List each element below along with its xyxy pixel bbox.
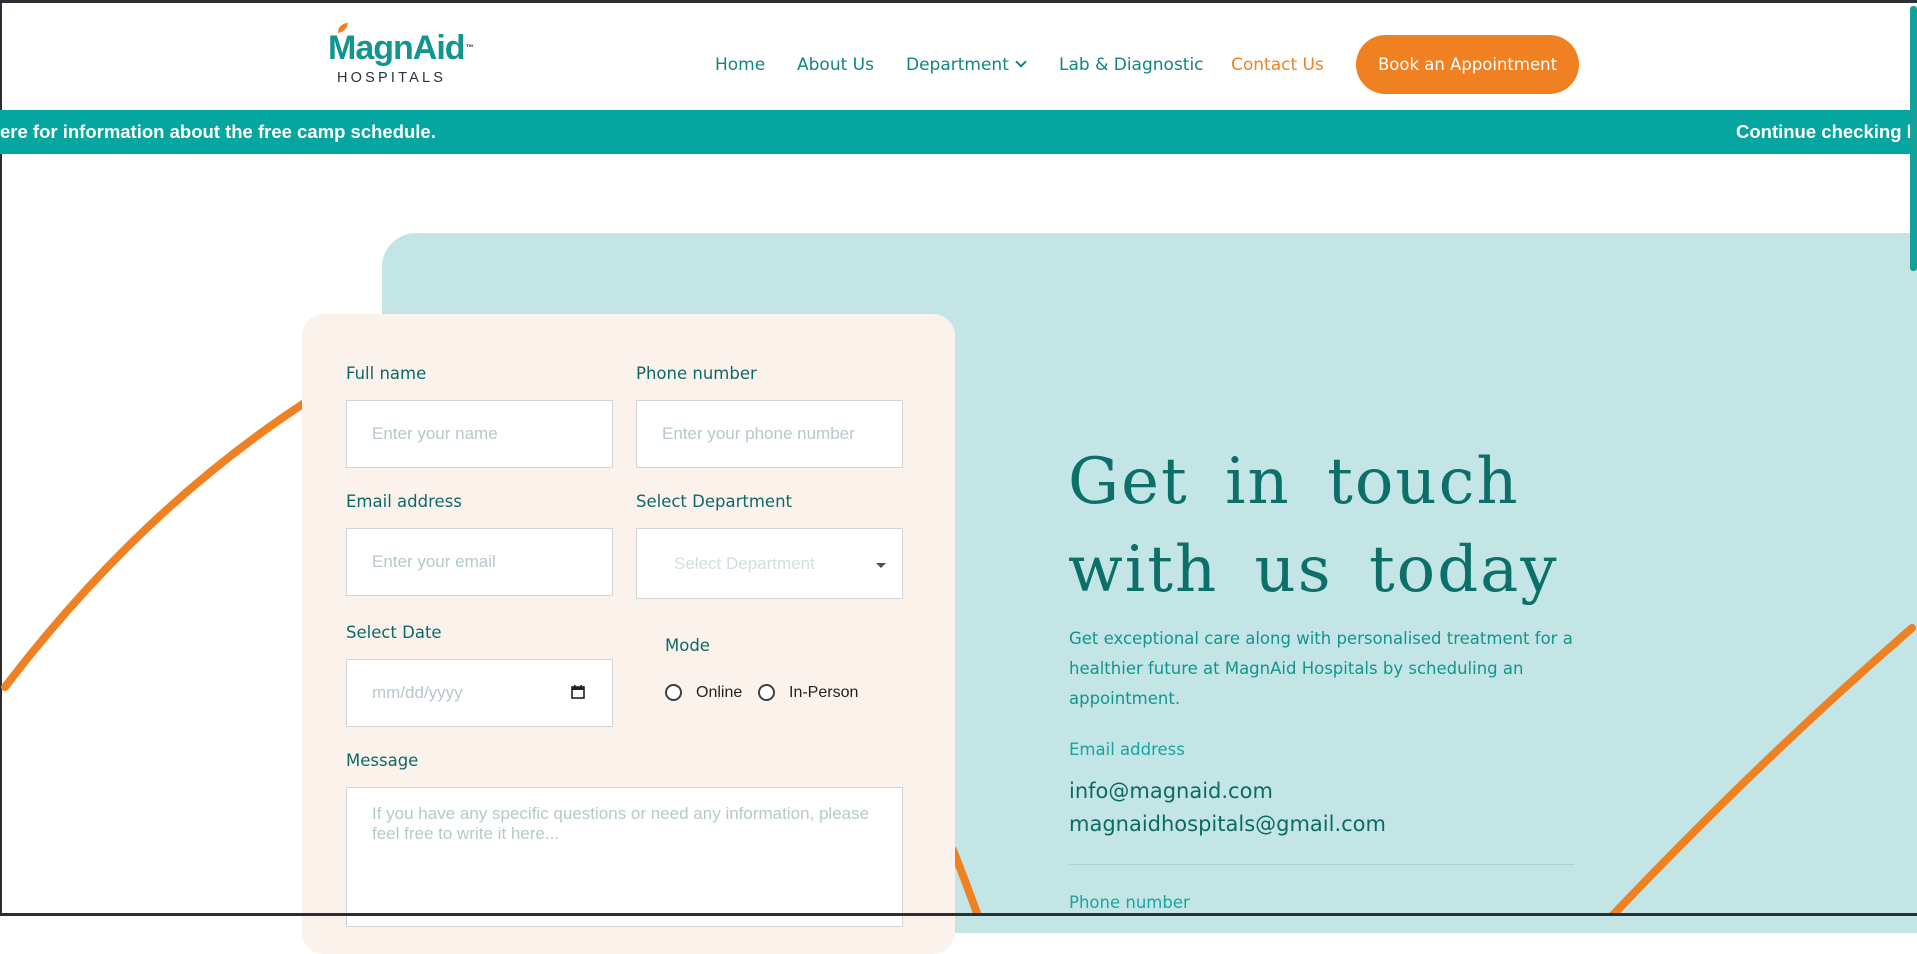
phone-number-heading: Phone number — [1069, 893, 1190, 912]
decorative-curves — [1, 398, 1916, 916]
mode-label: Mode — [665, 636, 710, 655]
mode-in-person-label[interactable]: In-Person — [789, 684, 858, 702]
contact-intro: Get exceptional care along with personal… — [1069, 629, 1573, 708]
email-label: Email address — [346, 492, 462, 511]
email-input[interactable]: Enter your email — [346, 528, 613, 596]
mode-online-label[interactable]: Online — [696, 684, 742, 702]
department-label: Select Department — [636, 492, 792, 511]
date-input[interactable]: mm/dd/yyyy — [346, 659, 613, 727]
title-line-1: Get in touch — [1068, 445, 1520, 519]
email-link-primary[interactable]: info@magnaid.com — [1069, 779, 1273, 803]
caret-down-icon — [876, 563, 886, 568]
divider — [1069, 864, 1574, 865]
title-line-2: with us today — [1068, 533, 1559, 607]
department-select[interactable]: Select Department — [636, 528, 903, 599]
department-select-value: Select Department — [674, 553, 815, 573]
date-placeholder: mm/dd/yyyy — [372, 683, 463, 702]
full-name-label: Full name — [346, 364, 427, 383]
mode-online-radio[interactable] — [665, 684, 682, 701]
page-scrollbar[interactable] — [1910, 6, 1917, 271]
message-textarea[interactable]: If you have any specific questions or ne… — [346, 787, 903, 927]
email-link-secondary[interactable]: magnaidhospitals@gmail.com — [1069, 812, 1386, 836]
page-title: Get in touch with us today — [1068, 438, 1558, 614]
message-label: Message — [346, 751, 419, 770]
phone-label: Phone number — [636, 364, 757, 383]
email-address-heading: Email address — [1069, 740, 1185, 759]
full-name-input[interactable]: Enter your name — [346, 400, 613, 468]
phone-input[interactable]: Enter your phone number — [636, 400, 903, 468]
mode-in-person-radio[interactable] — [758, 684, 775, 701]
calendar-icon[interactable] — [571, 685, 585, 699]
date-label: Select Date — [346, 623, 442, 642]
